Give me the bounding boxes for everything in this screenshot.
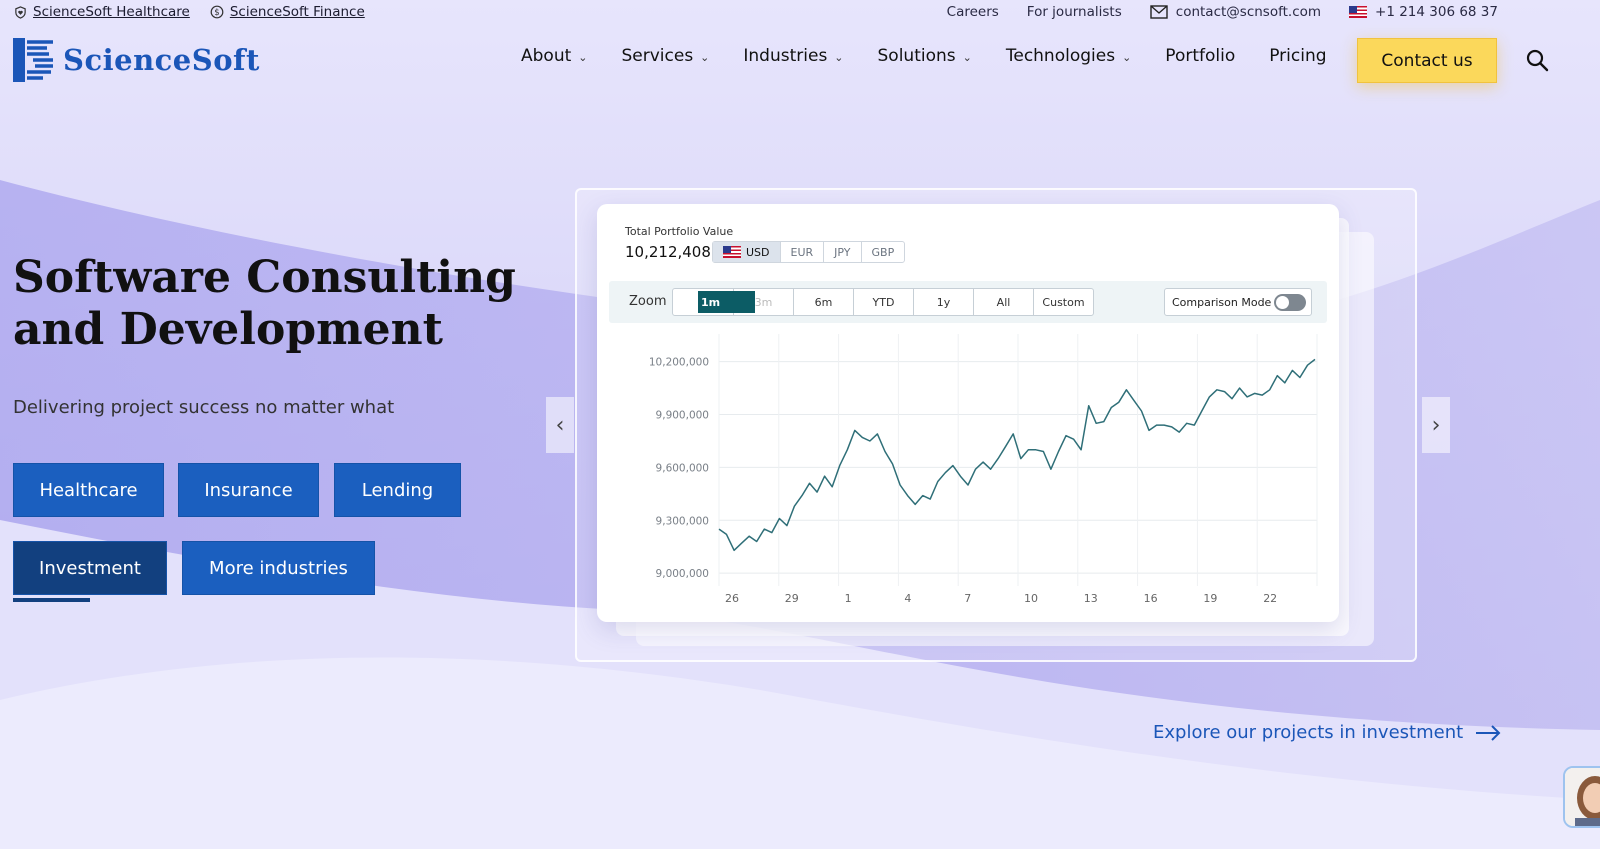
nav-technologies[interactable]: Technologies ⌄ <box>1006 46 1131 66</box>
sciencesoft-logo[interactable]: ScienceSoft <box>13 38 260 82</box>
x-tick-label: 22 <box>1263 592 1277 605</box>
comparison-mode-toggle[interactable]: Comparison Mode <box>1164 288 1312 316</box>
zoom-1y[interactable]: 1y <box>913 289 973 315</box>
nav-industries[interactable]: Industries ⌄ <box>743 46 843 66</box>
industry-button-more[interactable]: More industries <box>182 541 375 595</box>
x-tick-label: 29 <box>785 592 799 605</box>
portfolio-value-series <box>718 358 1316 552</box>
nav-portfolio[interactable]: Portfolio <box>1165 46 1235 66</box>
y-tick-label: 9,600,000 <box>656 462 709 474</box>
finance-site-link[interactable]: $ ScienceSoft Finance <box>210 4 365 20</box>
y-tick-label: 9,300,000 <box>656 515 709 527</box>
nav-solutions[interactable]: Solutions ⌄ <box>878 46 972 66</box>
healthcare-site-link[interactable]: ScienceSoft Healthcare <box>14 4 190 20</box>
explore-projects-link[interactable]: Explore our projects in investment <box>1153 722 1501 743</box>
y-tick-label: 9,000,000 <box>656 568 709 580</box>
x-tick-label: 16 <box>1144 592 1158 605</box>
nav-pricing[interactable]: Pricing <box>1269 46 1326 66</box>
utility-bar: ScienceSoft Healthcare $ ScienceSoft Fin… <box>0 0 1600 26</box>
hero-title: Software Consulting and Development <box>13 252 516 355</box>
zoom-label: Zoom <box>629 294 667 309</box>
industry-button-insurance[interactable]: Insurance <box>178 463 319 517</box>
phone-link[interactable]: +1 214 306 68 37 <box>1349 4 1498 20</box>
currency-jpy[interactable]: JPY <box>823 242 860 262</box>
zoom-range-buttons: 1m 3m 6m YTD 1y All Custom <box>672 288 1094 316</box>
chevron-down-icon: ⌄ <box>1122 50 1132 64</box>
x-tick-label: 4 <box>904 592 911 605</box>
logo-text: ScienceSoft <box>63 43 260 77</box>
active-tab-indicator <box>13 598 90 602</box>
portfolio-label: Total Portfolio Value <box>625 225 734 238</box>
currency-gbp[interactable]: GBP <box>860 242 905 262</box>
chevron-down-icon: ⌄ <box>962 50 972 64</box>
toggle-switch[interactable] <box>1274 294 1306 311</box>
x-tick-label: 7 <box>964 592 971 605</box>
mail-icon <box>1150 5 1168 19</box>
hero-subtitle: Delivering project success no matter wha… <box>13 397 395 418</box>
arrow-right-icon <box>1476 724 1501 741</box>
nav-about[interactable]: About ⌄ <box>521 46 587 66</box>
portfolio-value: 10,212,408 <box>625 243 711 261</box>
main-nav: About ⌄ Services ⌄ Industries ⌄ Solutions ⌄ … <box>521 46 1327 66</box>
chevron-down-icon: ⌄ <box>578 50 588 64</box>
industry-button-healthcare[interactable]: Healthcare <box>13 463 164 517</box>
zoom-custom[interactable]: Custom <box>1033 289 1093 315</box>
zoom-all[interactable]: All <box>973 289 1033 315</box>
industry-button-lending[interactable]: Lending <box>334 463 461 517</box>
contact-us-button[interactable]: Contact us <box>1357 38 1497 83</box>
x-tick-label: 26 <box>725 592 739 605</box>
person-icon <box>1565 768 1600 826</box>
nav-services[interactable]: Services ⌄ <box>621 46 709 66</box>
x-tick-label: 1 <box>845 592 852 605</box>
y-tick-label: 9,900,000 <box>656 410 709 422</box>
zoom-ytd[interactable]: YTD <box>853 289 913 315</box>
zoom-1m[interactable]: 1m <box>673 289 755 315</box>
svg-text:$: $ <box>214 8 219 18</box>
y-tick-label: 10,200,000 <box>649 357 709 369</box>
currency-usd[interactable]: USD <box>713 242 780 262</box>
zoom-toolbar: Zoom 1m 3m 6m YTD 1y All Custom Comparis… <box>609 281 1327 323</box>
x-tick-label: 19 <box>1203 592 1217 605</box>
chevron-right-icon: › <box>1431 412 1441 438</box>
zoom-6m[interactable]: 6m <box>793 289 853 315</box>
logo-mark-icon <box>13 38 53 82</box>
zoom-selection: 1m <box>698 291 755 313</box>
slider-prev-button[interactable]: ‹ <box>546 397 574 453</box>
chevron-down-icon: ⌄ <box>834 50 844 64</box>
heart-shield-icon <box>15 5 26 19</box>
journalists-link[interactable]: For journalists <box>1027 4 1122 20</box>
us-flag-icon <box>723 246 741 258</box>
email-link[interactable]: contact@scnsoft.com <box>1150 4 1321 20</box>
currency-eur[interactable]: EUR <box>779 242 824 262</box>
careers-link[interactable]: Careers <box>947 4 999 20</box>
x-tick-label: 10 <box>1024 592 1038 605</box>
chevron-left-icon: ‹ <box>555 412 565 438</box>
currency-switcher: USD EUR JPY GBP <box>712 241 906 263</box>
chat-avatar[interactable] <box>1563 766 1600 828</box>
industry-button-investment[interactable]: Investment <box>13 541 167 595</box>
portfolio-line-chart: 10,200,000 9,900,000 9,600,000 9,300,000 9,0… <box>649 334 1318 605</box>
slider-next-button[interactable]: › <box>1422 397 1450 453</box>
chevron-down-icon: ⌄ <box>700 50 710 64</box>
search-icon[interactable] <box>1525 48 1549 72</box>
x-tick-label: 13 <box>1084 592 1098 605</box>
portfolio-widget-card: Total Portfolio Value 10,212,408 USD EUR… <box>597 204 1339 622</box>
us-flag-icon <box>1349 6 1368 18</box>
dollar-circle-icon: $ <box>210 5 224 19</box>
